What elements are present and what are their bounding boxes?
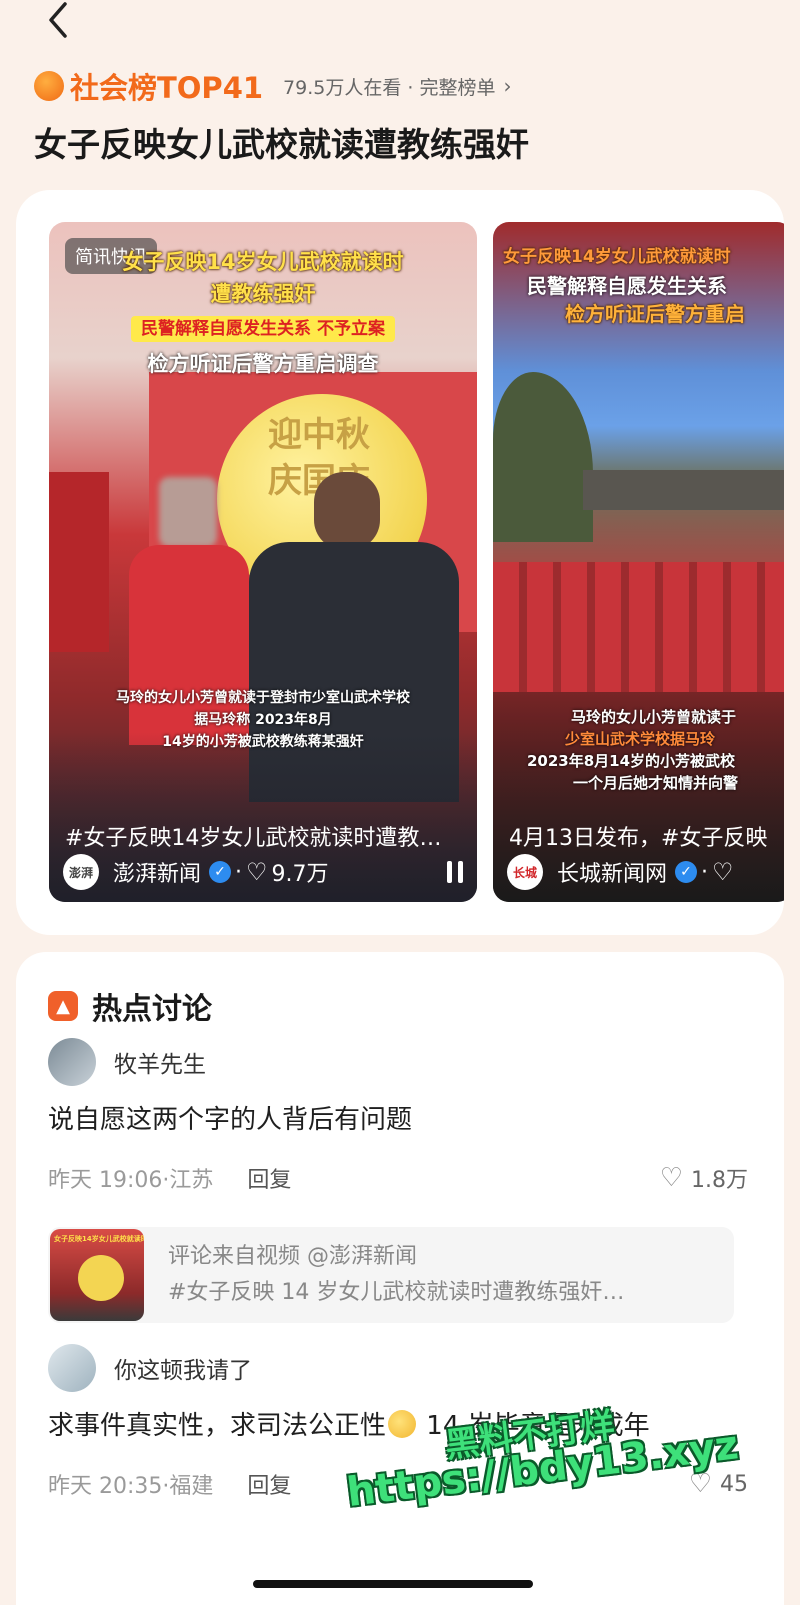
page-title: 女子反映女儿武校就读遭教练强奸 [34, 125, 529, 164]
comment-text-part: 求事件真实性，求司法公正性 [48, 1411, 387, 1441]
overlay-title: 女子反映14岁女儿武校就读时 [122, 250, 404, 274]
verified-icon: ✓ [209, 861, 232, 883]
overlay-title: 女子反映14岁女儿武校就读时 [503, 247, 731, 267]
author-name[interactable]: 澎湃新闻 [113, 856, 201, 888]
comment-time: 昨天 20:35·福建 [48, 1474, 214, 1499]
comment-user[interactable]: 牧羊先生 [48, 1038, 748, 1086]
overlay-title: 遭教练强奸 [210, 282, 316, 306]
username[interactable]: 牧羊先生 [114, 1045, 206, 1079]
video-carousel[interactable]: 迎中秋 庆国庆 简讯快讯 女子反映14岁女儿武校就读时 遭教练强奸 民警解释自愿… [16, 190, 784, 935]
comment-time: 昨天 19:06·江苏 [48, 1168, 214, 1193]
overlay-title: 检方听证后警方重启调查 [147, 352, 379, 376]
rank-badge-icon [34, 71, 64, 101]
section-header: ▲ 热点讨论 [48, 984, 212, 1028]
like-count: 9.7万 [271, 862, 329, 887]
comment-meta: 昨天 19:06·江苏 回复 ♡ 1.8万 [48, 1158, 748, 1198]
video-subtitle: 据马玲称 2023年8月 [194, 712, 332, 728]
video-subtitle: 14岁的小芳被武校教练蒋某强奸 [162, 734, 364, 750]
overlay-title: 民警解释自愿发生关系 [527, 274, 727, 298]
like-count: 1.8万 [691, 1168, 748, 1193]
video-caption[interactable]: 4月13日发布，#女子反映 [509, 820, 779, 852]
video-meta: 长城 长城新闻网 ✓ · ♡ [507, 854, 779, 890]
back-button[interactable] [38, 0, 78, 40]
rank-header[interactable]: 社会榜TOP41 79.5万人在看 · 完整榜单 › [34, 68, 512, 105]
avatar[interactable] [48, 1038, 96, 1086]
video-card[interactable]: 迎中秋 庆国庆 简讯快讯 女子反映14岁女儿武校就读时 遭教练强奸 民警解释自愿… [49, 222, 477, 902]
chevron-left-icon [49, 2, 67, 38]
source-line: #女子反映 14 岁女儿武校就读时遭教练强奸… [168, 1280, 625, 1305]
video-meta: 澎湃 澎湃新闻 ✓ · ♡ 9.7万 [63, 854, 463, 890]
pause-icon[interactable] [447, 861, 463, 883]
overlay-band-text: 民警解释自愿发生关系 不予立案 [131, 316, 395, 342]
chevron-right-icon: › [503, 74, 512, 98]
author-avatar[interactable]: 澎湃 [63, 854, 99, 890]
video-caption[interactable]: #女子反映14岁女儿武校就读时遭教练强奸 [65, 820, 463, 852]
comment-item: 牧羊先生 说自愿这两个字的人背后有问题 昨天 19:06·江苏 回复 ♡ 1.8… [48, 1038, 748, 1198]
video-subtitle: 一个月后她才知情并向警 [573, 774, 739, 792]
avatar[interactable] [48, 1344, 96, 1392]
author-avatar[interactable]: 长城 [507, 854, 543, 890]
video-subtitle: 少室山武术学校据马玲 [565, 730, 716, 748]
comment-user[interactable]: 你这顿我请了 [48, 1344, 748, 1392]
reply-button[interactable]: 回复 [247, 1468, 291, 1500]
heart-icon[interactable]: ♡ [246, 858, 268, 886]
separator: · [701, 859, 708, 885]
video-subtitle: 2023年8月14岁的小芳被武校 [527, 752, 736, 770]
username[interactable]: 你这顿我请了 [114, 1351, 252, 1385]
source-thumbnail: 女子反映14岁女儿武校就读时 [50, 1229, 144, 1321]
rank-meta[interactable]: 79.5万人在看 · 完整榜单 [283, 73, 495, 100]
separator: · [235, 859, 243, 885]
video-subtitle: 马玲的女儿小芳曾就读于 [571, 708, 737, 726]
rank-title: 社会榜TOP41 [70, 71, 264, 105]
section-title: 热点讨论 [92, 992, 212, 1027]
source-line: 评论来自视频 @澎湃新闻 [168, 1244, 417, 1269]
overlay-band: 民警解释自愿发生关系 不予立案 [49, 314, 477, 342]
comment-text: 说自愿这两个字的人背后有问题 [48, 1105, 413, 1135]
like-button[interactable]: ♡ 45 [689, 1469, 748, 1499]
heart-icon[interactable]: ♡ [712, 858, 734, 886]
reply-button[interactable]: 回复 [247, 1162, 291, 1194]
video-card[interactable]: 女子反映14岁女儿武校就读时 民警解释自愿发生关系 检方听证后警方重启 马玲的女… [493, 222, 784, 902]
author-name[interactable]: 长城新闻网 [557, 856, 667, 888]
like-button[interactable]: ♡ 1.8万 [660, 1162, 748, 1194]
comment-source-card[interactable]: 女子反映14岁女儿武校就读时 评论来自视频 @澎湃新闻 #女子反映 14 岁女儿… [48, 1227, 734, 1323]
flame-icon: ▲ [48, 991, 78, 1021]
smile-emoji-icon [388, 1410, 417, 1438]
like-count: 45 [720, 1471, 748, 1497]
home-indicator [253, 1580, 533, 1588]
verified-icon: ✓ [675, 861, 697, 883]
thumb-text: 女子反映14岁女儿武校就读时 [54, 1235, 144, 1243]
video-subtitle: 马玲的女儿小芳曾就读于登封市少室山武术学校 [116, 690, 410, 706]
overlay-title: 检方听证后警方重启 [565, 302, 745, 326]
heart-icon: ♡ [659, 1163, 683, 1193]
